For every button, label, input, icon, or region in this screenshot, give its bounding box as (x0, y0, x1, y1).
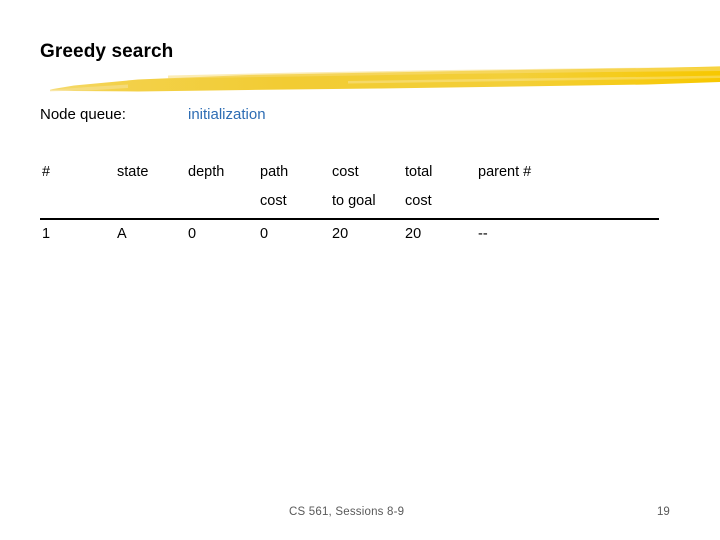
column-header-cost-to-goal: cost (332, 164, 359, 180)
table-row: 0 (188, 226, 197, 242)
column-header-state: state (117, 164, 149, 180)
node-queue-value: initialization (188, 106, 266, 123)
column-header-total-cost-line2: cost (405, 193, 432, 209)
footer-page-number: 19 (657, 506, 670, 518)
column-header-total-cost: total (405, 164, 433, 180)
node-queue-row: Node queue: initialization (40, 106, 680, 130)
table-row: 20 (332, 226, 349, 242)
slide-footer: CS 561, Sessions 8-9 19 (0, 506, 720, 528)
brush-stroke-decoration (48, 62, 720, 96)
table-row: 1 (42, 226, 51, 242)
column-header-cost-to-goal-line2: to goal (332, 193, 376, 209)
node-queue-label: Node queue: (40, 106, 126, 123)
node-queue-table: # state depth path cost total parent # c… (40, 163, 660, 258)
table-header-rule (40, 218, 659, 220)
column-header-path-cost: path (260, 164, 289, 180)
column-header-depth: depth (188, 164, 225, 180)
column-header-parent: parent # (478, 164, 532, 180)
table-row: 0 (260, 226, 269, 242)
table-row: 20 (405, 226, 422, 242)
page-title: Greedy search (40, 41, 174, 62)
footer-course-label: CS 561, Sessions 8-9 (289, 506, 405, 518)
column-header-path-cost-line2: cost (260, 193, 287, 209)
column-header-number: # (42, 164, 51, 180)
table-row: A (117, 226, 127, 242)
slide-canvas: Greedy search Node queue: initialization… (0, 0, 720, 540)
brush-stroke-icon (50, 66, 720, 92)
table-row: -- (478, 226, 488, 242)
